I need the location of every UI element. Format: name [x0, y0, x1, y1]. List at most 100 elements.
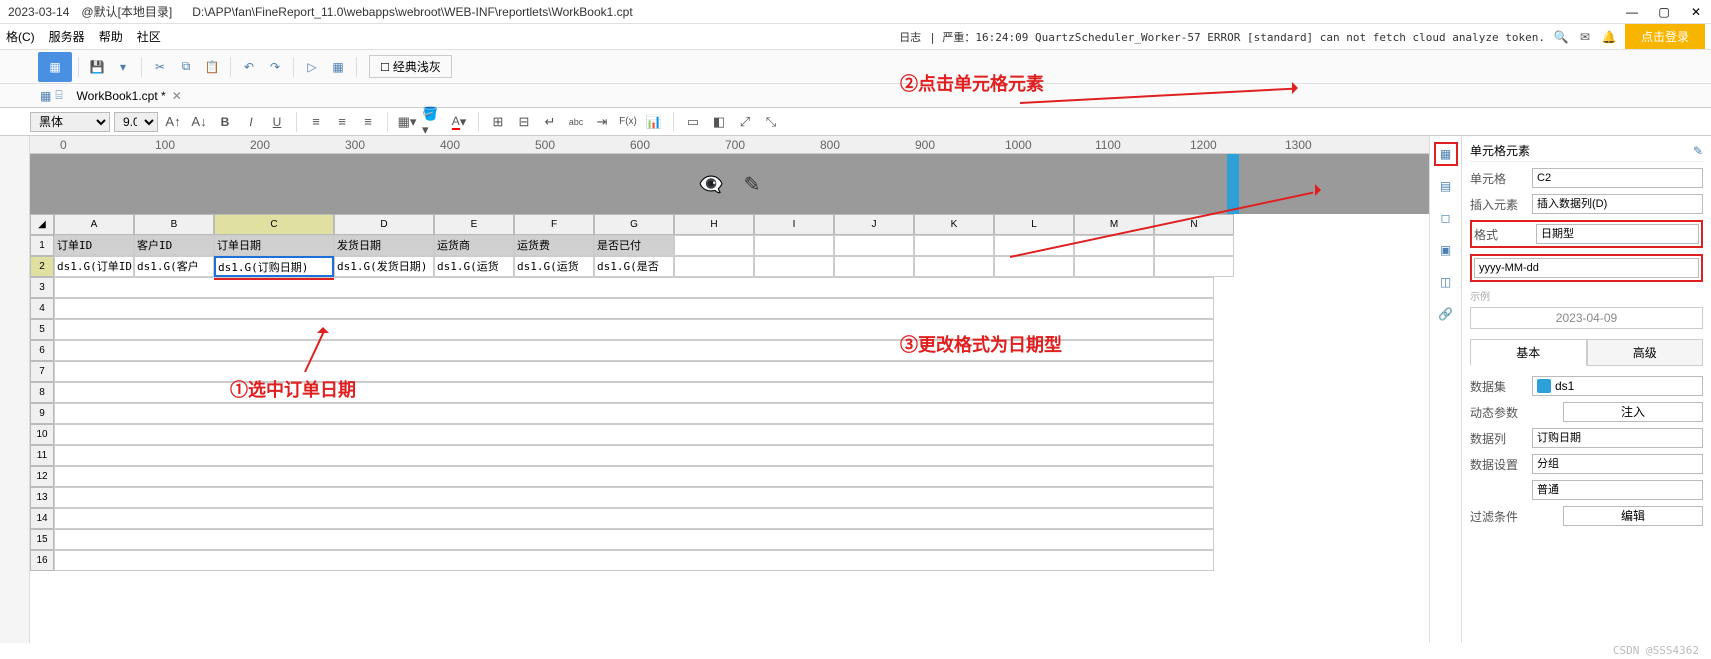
- tab-cpt-icon[interactable]: ⌸: [55, 88, 62, 103]
- cell[interactable]: [834, 256, 914, 277]
- datacol-select[interactable]: 订购日期: [1532, 428, 1703, 448]
- row-header[interactable]: 13: [30, 487, 54, 508]
- border-icon[interactable]: ▦▾: [396, 111, 418, 133]
- cell[interactable]: [54, 361, 1214, 382]
- textcolor-icon[interactable]: A▾: [448, 111, 470, 133]
- row-header[interactable]: 5: [30, 319, 54, 340]
- bold-icon[interactable]: B: [214, 111, 236, 133]
- cell[interactable]: [994, 256, 1074, 277]
- fx-icon[interactable]: F(x): [617, 111, 639, 133]
- italic-icon[interactable]: I: [240, 111, 262, 133]
- save-dropdown-icon[interactable]: ▾: [111, 55, 135, 79]
- tab-advanced[interactable]: 高级: [1587, 339, 1704, 366]
- cell[interactable]: ds1.G(是否: [594, 256, 674, 277]
- eye-off-icon[interactable]: 👁‍🗨: [699, 172, 724, 197]
- login-button[interactable]: 点击登录: [1625, 24, 1705, 49]
- cell[interactable]: [914, 256, 994, 277]
- indent-icon[interactable]: ⇥: [591, 111, 613, 133]
- col-header[interactable]: H: [674, 214, 754, 235]
- expand-icon[interactable]: ⤢: [734, 111, 756, 133]
- dataset-setting-select[interactable]: 分组: [1532, 454, 1703, 474]
- format-pattern-select[interactable]: yyyy-MM-dd: [1474, 258, 1699, 278]
- cell[interactable]: [54, 403, 1214, 424]
- log-label[interactable]: 日志: [899, 29, 921, 45]
- cell[interactable]: ds1.G(运货: [434, 256, 514, 277]
- row-header[interactable]: 2: [30, 256, 54, 277]
- row-header[interactable]: 9: [30, 403, 54, 424]
- menu-item[interactable]: 服务器: [49, 28, 85, 45]
- align-left-icon[interactable]: ≡: [305, 111, 327, 133]
- cell[interactable]: [54, 340, 1214, 361]
- redo-icon[interactable]: ↷: [263, 55, 287, 79]
- cell[interactable]: [1154, 256, 1234, 277]
- panel-pin-icon[interactable]: ✎: [1693, 144, 1703, 158]
- col-header[interactable]: D: [334, 214, 434, 235]
- cell[interactable]: 发货日期: [334, 235, 434, 256]
- dataset-setting2-select[interactable]: 普通: [1532, 480, 1703, 500]
- col-header[interactable]: B: [134, 214, 214, 235]
- cell[interactable]: [54, 508, 1214, 529]
- size-select[interactable]: 9.0: [114, 112, 158, 132]
- bell-icon[interactable]: 🔔: [1601, 29, 1617, 45]
- cell[interactable]: [834, 235, 914, 256]
- fill-icon[interactable]: 🪣▾: [422, 111, 444, 133]
- edit-icon[interactable]: ✎: [744, 172, 761, 197]
- col-header[interactable]: K: [914, 214, 994, 235]
- row-header[interactable]: 16: [30, 550, 54, 571]
- col-header[interactable]: L: [994, 214, 1074, 235]
- collapse-icon[interactable]: ⤡: [760, 111, 782, 133]
- dynparam-button[interactable]: 注入: [1563, 402, 1703, 422]
- col-header[interactable]: G: [594, 214, 674, 235]
- widget-icon[interactable]: ▣: [1434, 238, 1458, 262]
- grid-corner[interactable]: ◢: [30, 214, 54, 235]
- close-icon[interactable]: ✕: [1689, 5, 1703, 19]
- paste-icon[interactable]: 📋: [200, 55, 224, 79]
- cell[interactable]: [54, 298, 1214, 319]
- copy-icon[interactable]: ⧉: [174, 55, 198, 79]
- cell[interactable]: 订单日期: [214, 235, 334, 256]
- cell[interactable]: ds1.G(运货: [514, 256, 594, 277]
- row-header[interactable]: 10: [30, 424, 54, 445]
- menu-item[interactable]: 社区: [137, 28, 161, 45]
- cell[interactable]: [1074, 235, 1154, 256]
- wrap-icon[interactable]: ↵: [539, 111, 561, 133]
- cell[interactable]: [1074, 256, 1154, 277]
- format-select[interactable]: 日期型: [1536, 224, 1699, 244]
- float-icon[interactable]: ▭: [682, 111, 704, 133]
- message-icon[interactable]: ✉: [1577, 29, 1593, 45]
- undo-icon[interactable]: ↶: [237, 55, 261, 79]
- row-header[interactable]: 11: [30, 445, 54, 466]
- cell-input[interactable]: [1532, 168, 1703, 188]
- control-icon[interactable]: ◧: [708, 111, 730, 133]
- cell[interactable]: [54, 529, 1214, 550]
- cell[interactable]: 运货费: [514, 235, 594, 256]
- preview-icon[interactable]: ▷: [300, 55, 324, 79]
- row-header[interactable]: 15: [30, 529, 54, 550]
- insert-select[interactable]: 插入数据列(D): [1532, 194, 1703, 214]
- filter-button[interactable]: 编辑: [1563, 506, 1703, 526]
- search-icon[interactable]: 🔍: [1553, 29, 1569, 45]
- col-header[interactable]: F: [514, 214, 594, 235]
- row-header[interactable]: 3: [30, 277, 54, 298]
- cell[interactable]: [54, 382, 1214, 403]
- cell[interactable]: 运货商: [434, 235, 514, 256]
- cell[interactable]: [754, 235, 834, 256]
- cell[interactable]: ds1.G(发货日期): [334, 256, 434, 277]
- align-center-icon[interactable]: ≡: [331, 111, 353, 133]
- shape-icon[interactable]: ◻: [1434, 206, 1458, 230]
- cell[interactable]: 订单ID: [54, 235, 134, 256]
- row-header[interactable]: 12: [30, 466, 54, 487]
- cell[interactable]: ds1.G(订单ID: [54, 256, 134, 277]
- menu-item[interactable]: 格(C): [6, 28, 35, 45]
- size-up-icon[interactable]: A↑: [162, 111, 184, 133]
- col-header[interactable]: J: [834, 214, 914, 235]
- row-header[interactable]: 14: [30, 508, 54, 529]
- theme-select[interactable]: ☐ 经典浅灰: [369, 55, 452, 78]
- dataset-select[interactable]: ds1: [1532, 376, 1703, 396]
- cell[interactable]: [54, 550, 1214, 571]
- cell[interactable]: [54, 466, 1214, 487]
- cell[interactable]: [1154, 235, 1234, 256]
- menu-item[interactable]: 帮助: [99, 28, 123, 45]
- save-icon[interactable]: 💾: [85, 55, 109, 79]
- cell[interactable]: [54, 424, 1214, 445]
